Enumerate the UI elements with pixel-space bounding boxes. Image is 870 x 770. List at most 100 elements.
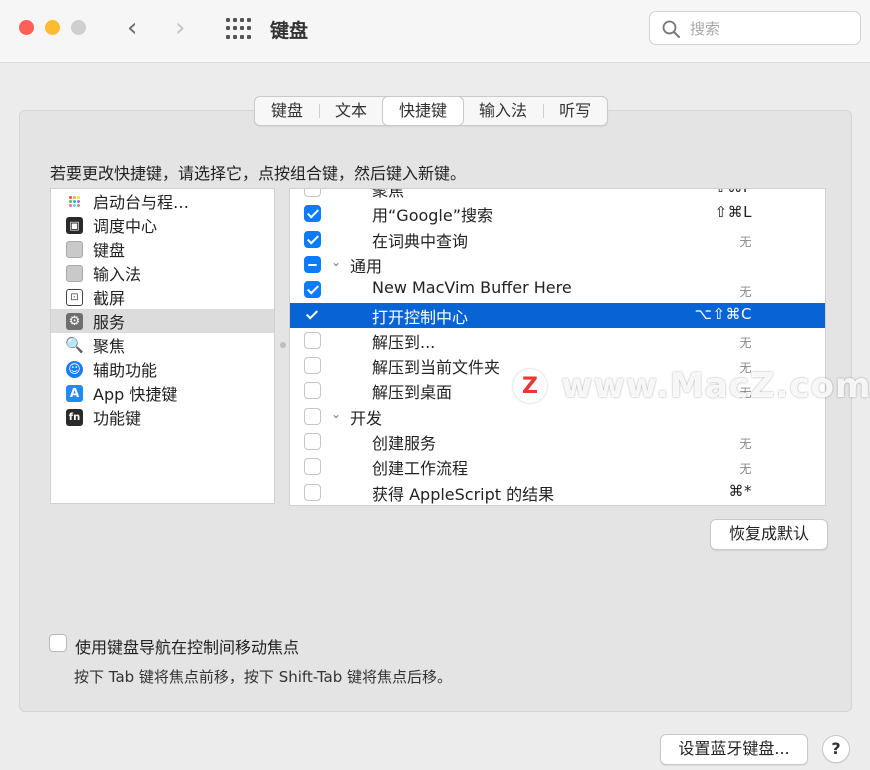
- minimize-window-button[interactable]: [45, 20, 60, 35]
- service-checkbox[interactable]: [304, 331, 321, 349]
- category-item[interactable]: 键盘: [51, 237, 274, 261]
- service-checkbox[interactable]: [304, 281, 321, 299]
- shortcut-keys[interactable]: 无: [739, 359, 752, 376]
- disclosure-chevron-icon[interactable]: ⌄: [331, 255, 341, 269]
- mission-control-icon: ▣: [66, 216, 83, 234]
- shortcut-keys[interactable]: ⇧⌘L: [715, 203, 752, 221]
- service-row[interactable]: 创建服务 无: [290, 429, 825, 454]
- shortcut-keys[interactable]: 无: [739, 435, 752, 452]
- forward-chevron-icon[interactable]: ›: [175, 14, 185, 42]
- search-field[interactable]: [649, 11, 861, 45]
- keyboard-navigation-hint: 按下 Tab 键将焦点前移，按下 Shift-Tab 键将焦点后移。: [74, 668, 452, 686]
- category-list[interactable]: 启动台与程… ▣ 调度中心键盘输入法 ⊡ 截屏 ⚙ 服务 🔍 聚焦 ☺ 辅助功能 A App 快捷键 fn…: [50, 188, 275, 504]
- service-group-row[interactable]: ⌄ 开发: [290, 404, 825, 429]
- category-item[interactable]: fn 功能键: [51, 405, 274, 429]
- keyboard-icon: [66, 240, 83, 258]
- tab-4[interactable]: 输入法: [463, 97, 543, 125]
- service-row[interactable]: 解压到当前文件夹 无: [290, 353, 825, 378]
- service-label: 创建服务: [372, 434, 437, 453]
- service-row[interactable]: New MacVim Buffer Here 无: [290, 277, 825, 302]
- service-checkbox[interactable]: [304, 230, 321, 248]
- tab-5[interactable]: 听写: [543, 97, 607, 125]
- shortcut-keys[interactable]: ⇧⌘F: [714, 189, 752, 196]
- keyboard-navigation-label: 使用键盘导航在控制间移动焦点: [75, 638, 300, 657]
- category-item[interactable]: 🔍 聚焦: [51, 333, 274, 357]
- disclosure-chevron-icon[interactable]: ⌄: [331, 407, 341, 421]
- launchpad-icon: [66, 192, 83, 210]
- service-row[interactable]: 用“Google”搜索 ⇧⌘L: [290, 201, 825, 226]
- service-label: 获得 AppleScript 的结果: [372, 484, 555, 504]
- service-row[interactable]: 获得 AppleScript 的结果 ⌘*: [290, 480, 825, 505]
- service-row[interactable]: 解压到... 无: [290, 328, 825, 353]
- service-label: 解压到当前文件夹: [372, 358, 501, 378]
- title-bar: ‹ › 键盘: [0, 0, 870, 63]
- tab-3[interactable]: 快捷键: [383, 97, 464, 125]
- restore-defaults-button[interactable]: 恢复成默认: [710, 519, 828, 550]
- service-checkbox[interactable]: [304, 458, 321, 476]
- service-label: 打开控制中心: [372, 307, 469, 327]
- service-checkbox[interactable]: [304, 205, 321, 223]
- service-checkbox[interactable]: [304, 433, 321, 450]
- category-label: 键盘: [93, 241, 126, 260]
- shortcut-keys[interactable]: 无: [739, 334, 752, 351]
- tab-2[interactable]: 文本: [319, 97, 383, 125]
- category-item[interactable]: ⚙ 服务: [51, 309, 274, 333]
- category-label: 辅助功能: [93, 361, 158, 380]
- service-label: 在词典中查询: [372, 231, 469, 251]
- shortcut-keys[interactable]: 无: [739, 233, 752, 250]
- category-label: 调度中心: [93, 217, 158, 236]
- service-row[interactable]: 聚焦 ⇧⌘F: [290, 188, 825, 201]
- service-checkbox[interactable]: [304, 189, 321, 197]
- category-item[interactable]: 输入法: [51, 261, 274, 285]
- category-item[interactable]: 启动台与程…: [51, 189, 274, 213]
- service-group-label: 通用: [350, 256, 383, 276]
- setup-bluetooth-keyboard-button[interactable]: 设置蓝牙键盘...: [660, 734, 808, 765]
- service-checkbox[interactable]: [304, 357, 321, 375]
- service-group-label: 开发: [350, 408, 383, 428]
- service-label: 创建工作流程: [372, 459, 469, 479]
- accessibility-icon: ☺: [66, 360, 83, 378]
- zoom-window-button[interactable]: [71, 20, 86, 35]
- service-row[interactable]: 在词典中查询 无: [290, 227, 825, 252]
- service-checkbox[interactable]: [304, 407, 321, 425]
- service-group-row[interactable]: ⌄ 通用: [290, 252, 825, 277]
- service-checkbox[interactable]: [304, 307, 321, 324]
- close-window-button[interactable]: [19, 20, 34, 35]
- category-label: 输入法: [93, 265, 142, 284]
- shortcut-keys[interactable]: ⌥⇧⌘C: [695, 305, 752, 323]
- category-item[interactable]: ⊡ 截屏: [51, 285, 274, 309]
- category-item[interactable]: A App 快捷键: [51, 381, 274, 405]
- instruction-text: 若要更改快捷键，请选择它，点按组合键，然后键入新键。: [50, 164, 467, 183]
- service-label: 用“Google”搜索: [372, 206, 494, 226]
- show-all-grid-icon[interactable]: [226, 18, 251, 40]
- shortcut-keys[interactable]: 无: [739, 283, 752, 300]
- help-button[interactable]: ?: [822, 735, 850, 763]
- category-label: 功能键: [93, 409, 142, 428]
- tab-1[interactable]: 键盘: [255, 97, 319, 125]
- service-row[interactable]: 打开控制中心 ⌥⇧⌘C: [290, 302, 825, 328]
- shortcut-keys[interactable]: ⌘*: [729, 482, 753, 500]
- search-icon: [662, 20, 680, 38]
- category-item[interactable]: ☺ 辅助功能: [51, 357, 274, 381]
- service-checkbox[interactable]: [304, 483, 321, 501]
- service-checkbox[interactable]: [304, 255, 321, 273]
- category-label: 截屏: [93, 289, 126, 308]
- keyboard-navigation-checkbox[interactable]: [49, 634, 67, 652]
- service-label: 聚焦: [372, 188, 405, 200]
- service-label: 解压到桌面: [372, 383, 453, 403]
- category-label: 服务: [93, 313, 126, 332]
- shortcut-keys[interactable]: 无: [739, 384, 752, 401]
- shortcut-list[interactable]: 聚焦⇧⌘F用“Google”搜索⇧⌘L在词典中查询无⌄通用New MacVim …: [289, 188, 826, 506]
- category-label: 聚焦: [93, 337, 126, 356]
- category-item[interactable]: ▣ 调度中心: [51, 213, 274, 237]
- shortcut-keys[interactable]: 无: [739, 460, 752, 477]
- service-label: New MacVim Buffer Here: [372, 278, 572, 298]
- tab-bar: 键盘 文本 快捷键 输入法 听写: [254, 96, 609, 126]
- search-input[interactable]: [688, 18, 852, 40]
- window-title: 键盘: [270, 20, 309, 42]
- back-chevron-icon[interactable]: ‹: [127, 14, 137, 42]
- split-divider-handle[interactable]: [280, 342, 286, 348]
- service-row[interactable]: 解压到桌面 无: [290, 378, 825, 403]
- service-row[interactable]: 创建工作流程 无: [290, 454, 825, 479]
- service-checkbox[interactable]: [304, 382, 321, 400]
